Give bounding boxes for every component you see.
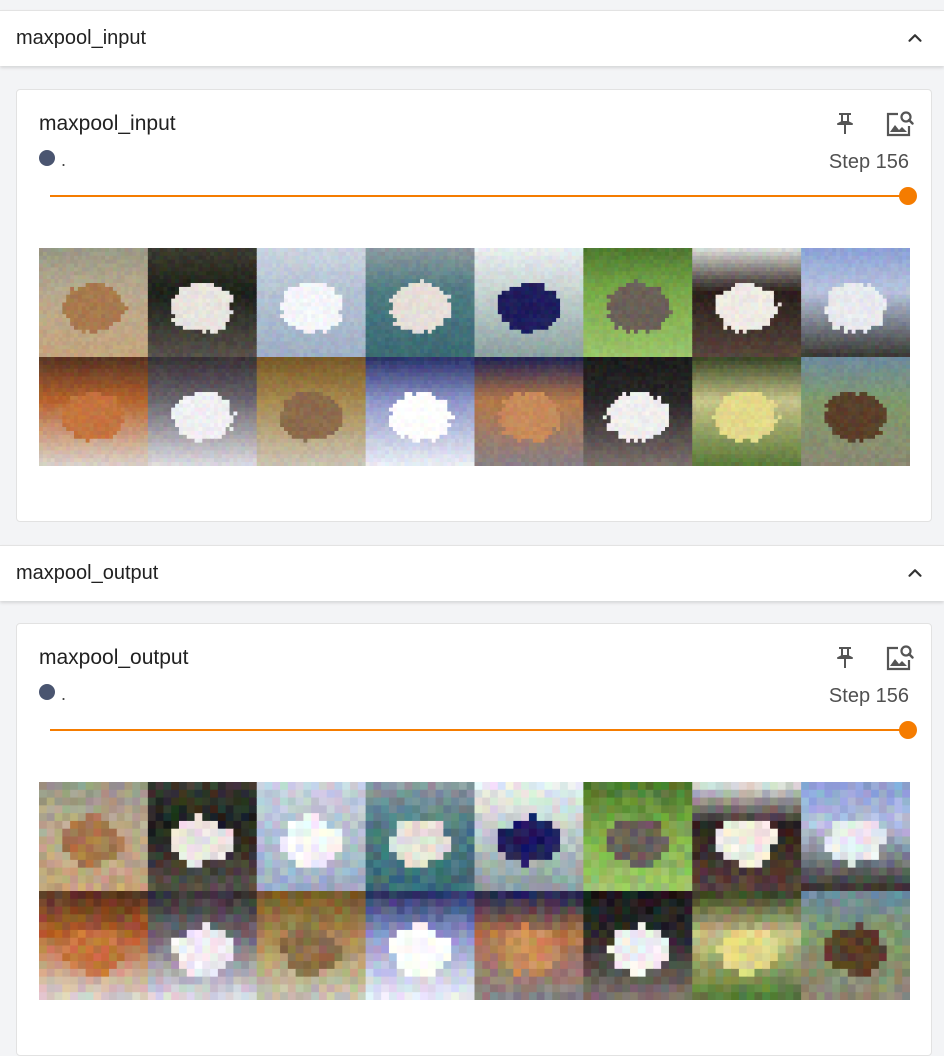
section-header-maxpool-output[interactable]: maxpool_output — [0, 545, 944, 601]
step-label: Step 156 — [828, 685, 909, 707]
slider-thumb[interactable] — [899, 721, 917, 739]
card-title: maxpool_output — [39, 646, 189, 669]
slider-track — [50, 729, 908, 731]
slider-track — [50, 195, 908, 197]
slider-thumb[interactable] — [899, 187, 917, 205]
run-color-dot — [39, 150, 55, 166]
chevron-up-icon[interactable] — [904, 562, 926, 584]
run-name: . — [61, 150, 67, 170]
pin-icon[interactable] — [834, 111, 856, 137]
run-color-dot — [39, 684, 55, 700]
image-grid[interactable] — [39, 782, 910, 1000]
pin-icon[interactable] — [834, 645, 856, 671]
chevron-up-icon[interactable] — [904, 27, 926, 49]
image-search-icon[interactable] — [884, 643, 914, 673]
card-title: maxpool_input — [39, 112, 176, 135]
image-grid[interactable] — [39, 248, 910, 466]
section-title: maxpool_input — [16, 27, 147, 49]
step-label: Step 156 — [828, 151, 909, 173]
section-header-maxpool-input[interactable]: maxpool_input — [0, 10, 944, 66]
run-name: . — [61, 684, 67, 704]
step-slider[interactable] — [50, 720, 917, 740]
image-card-maxpool-input: maxpool_input . Step 156 — [16, 89, 932, 522]
section-title: maxpool_output — [16, 562, 159, 584]
image-search-icon[interactable] — [884, 109, 914, 139]
step-slider[interactable] — [50, 186, 917, 206]
image-card-maxpool-output: maxpool_output . Step 156 — [16, 623, 932, 1056]
